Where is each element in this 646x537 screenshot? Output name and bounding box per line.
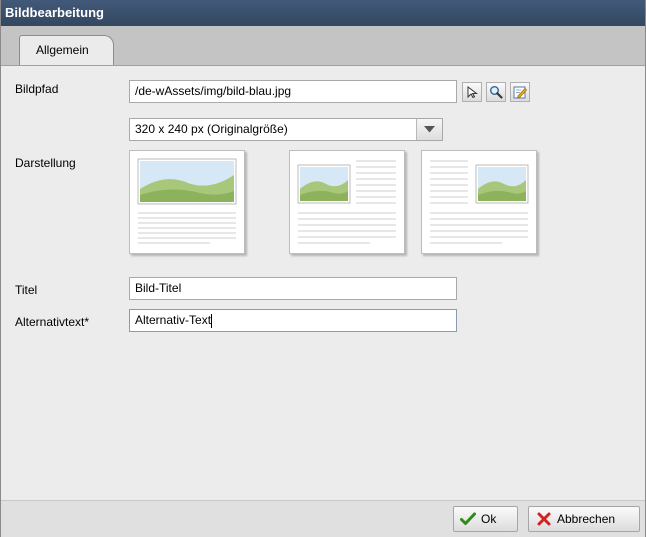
display-label: Darstellung bbox=[15, 156, 76, 170]
layout-image-top-option[interactable] bbox=[129, 150, 245, 254]
search-button[interactable] bbox=[486, 82, 506, 102]
alt-text-label: Alternativtext* bbox=[15, 315, 90, 329]
size-select-value: 320 x 240 px (Originalgröße) bbox=[135, 122, 288, 136]
title-input[interactable]: Bild-Titel bbox=[129, 277, 457, 300]
alt-text-input[interactable]: Alternativ-Text bbox=[129, 309, 457, 332]
title-label: Titel bbox=[15, 283, 38, 297]
close-icon bbox=[537, 512, 551, 526]
dialog-footer: Ok Abbrechen bbox=[1, 500, 645, 537]
cancel-label: Abbrechen bbox=[557, 512, 616, 526]
ok-button[interactable]: Ok bbox=[453, 506, 518, 532]
checkmark-icon bbox=[460, 512, 476, 525]
ok-label: Ok bbox=[481, 512, 497, 526]
chevron-down-icon[interactable] bbox=[416, 119, 442, 140]
size-select[interactable]: 320 x 240 px (Originalgröße) bbox=[129, 118, 443, 141]
alt-text-value: Alternativ-Text bbox=[135, 313, 212, 327]
image-path-input[interactable]: /de-wAssets/img/bild-blau.jpg bbox=[129, 80, 457, 103]
text-caret bbox=[211, 313, 213, 328]
layout-image-top-icon bbox=[137, 158, 237, 244]
edit-icon bbox=[513, 86, 527, 99]
cursor-icon bbox=[467, 86, 478, 98]
layout-image-left-option[interactable] bbox=[289, 150, 405, 254]
image-edit-dialog: Bildbearbeitung Allgemein Bildpfad /de-w… bbox=[0, 0, 646, 537]
browse-cursor-button[interactable] bbox=[462, 82, 482, 102]
cancel-button[interactable]: Abbrechen bbox=[528, 506, 640, 532]
image-path-label: Bildpfad bbox=[15, 82, 59, 96]
layout-image-right-icon bbox=[430, 160, 529, 244]
layout-image-left-icon bbox=[297, 160, 396, 244]
dialog-content: Bildpfad /de-wAssets/img/bild-blau.jpg 3… bbox=[1, 66, 645, 500]
tab-allgemein[interactable]: Allgemein bbox=[19, 35, 114, 65]
layout-image-right-option[interactable] bbox=[421, 150, 537, 254]
tab-strip: Allgemein bbox=[1, 26, 645, 66]
magnifier-icon bbox=[490, 86, 503, 99]
dialog-title: Bildbearbeitung bbox=[1, 0, 645, 26]
edit-image-button[interactable] bbox=[510, 82, 530, 102]
